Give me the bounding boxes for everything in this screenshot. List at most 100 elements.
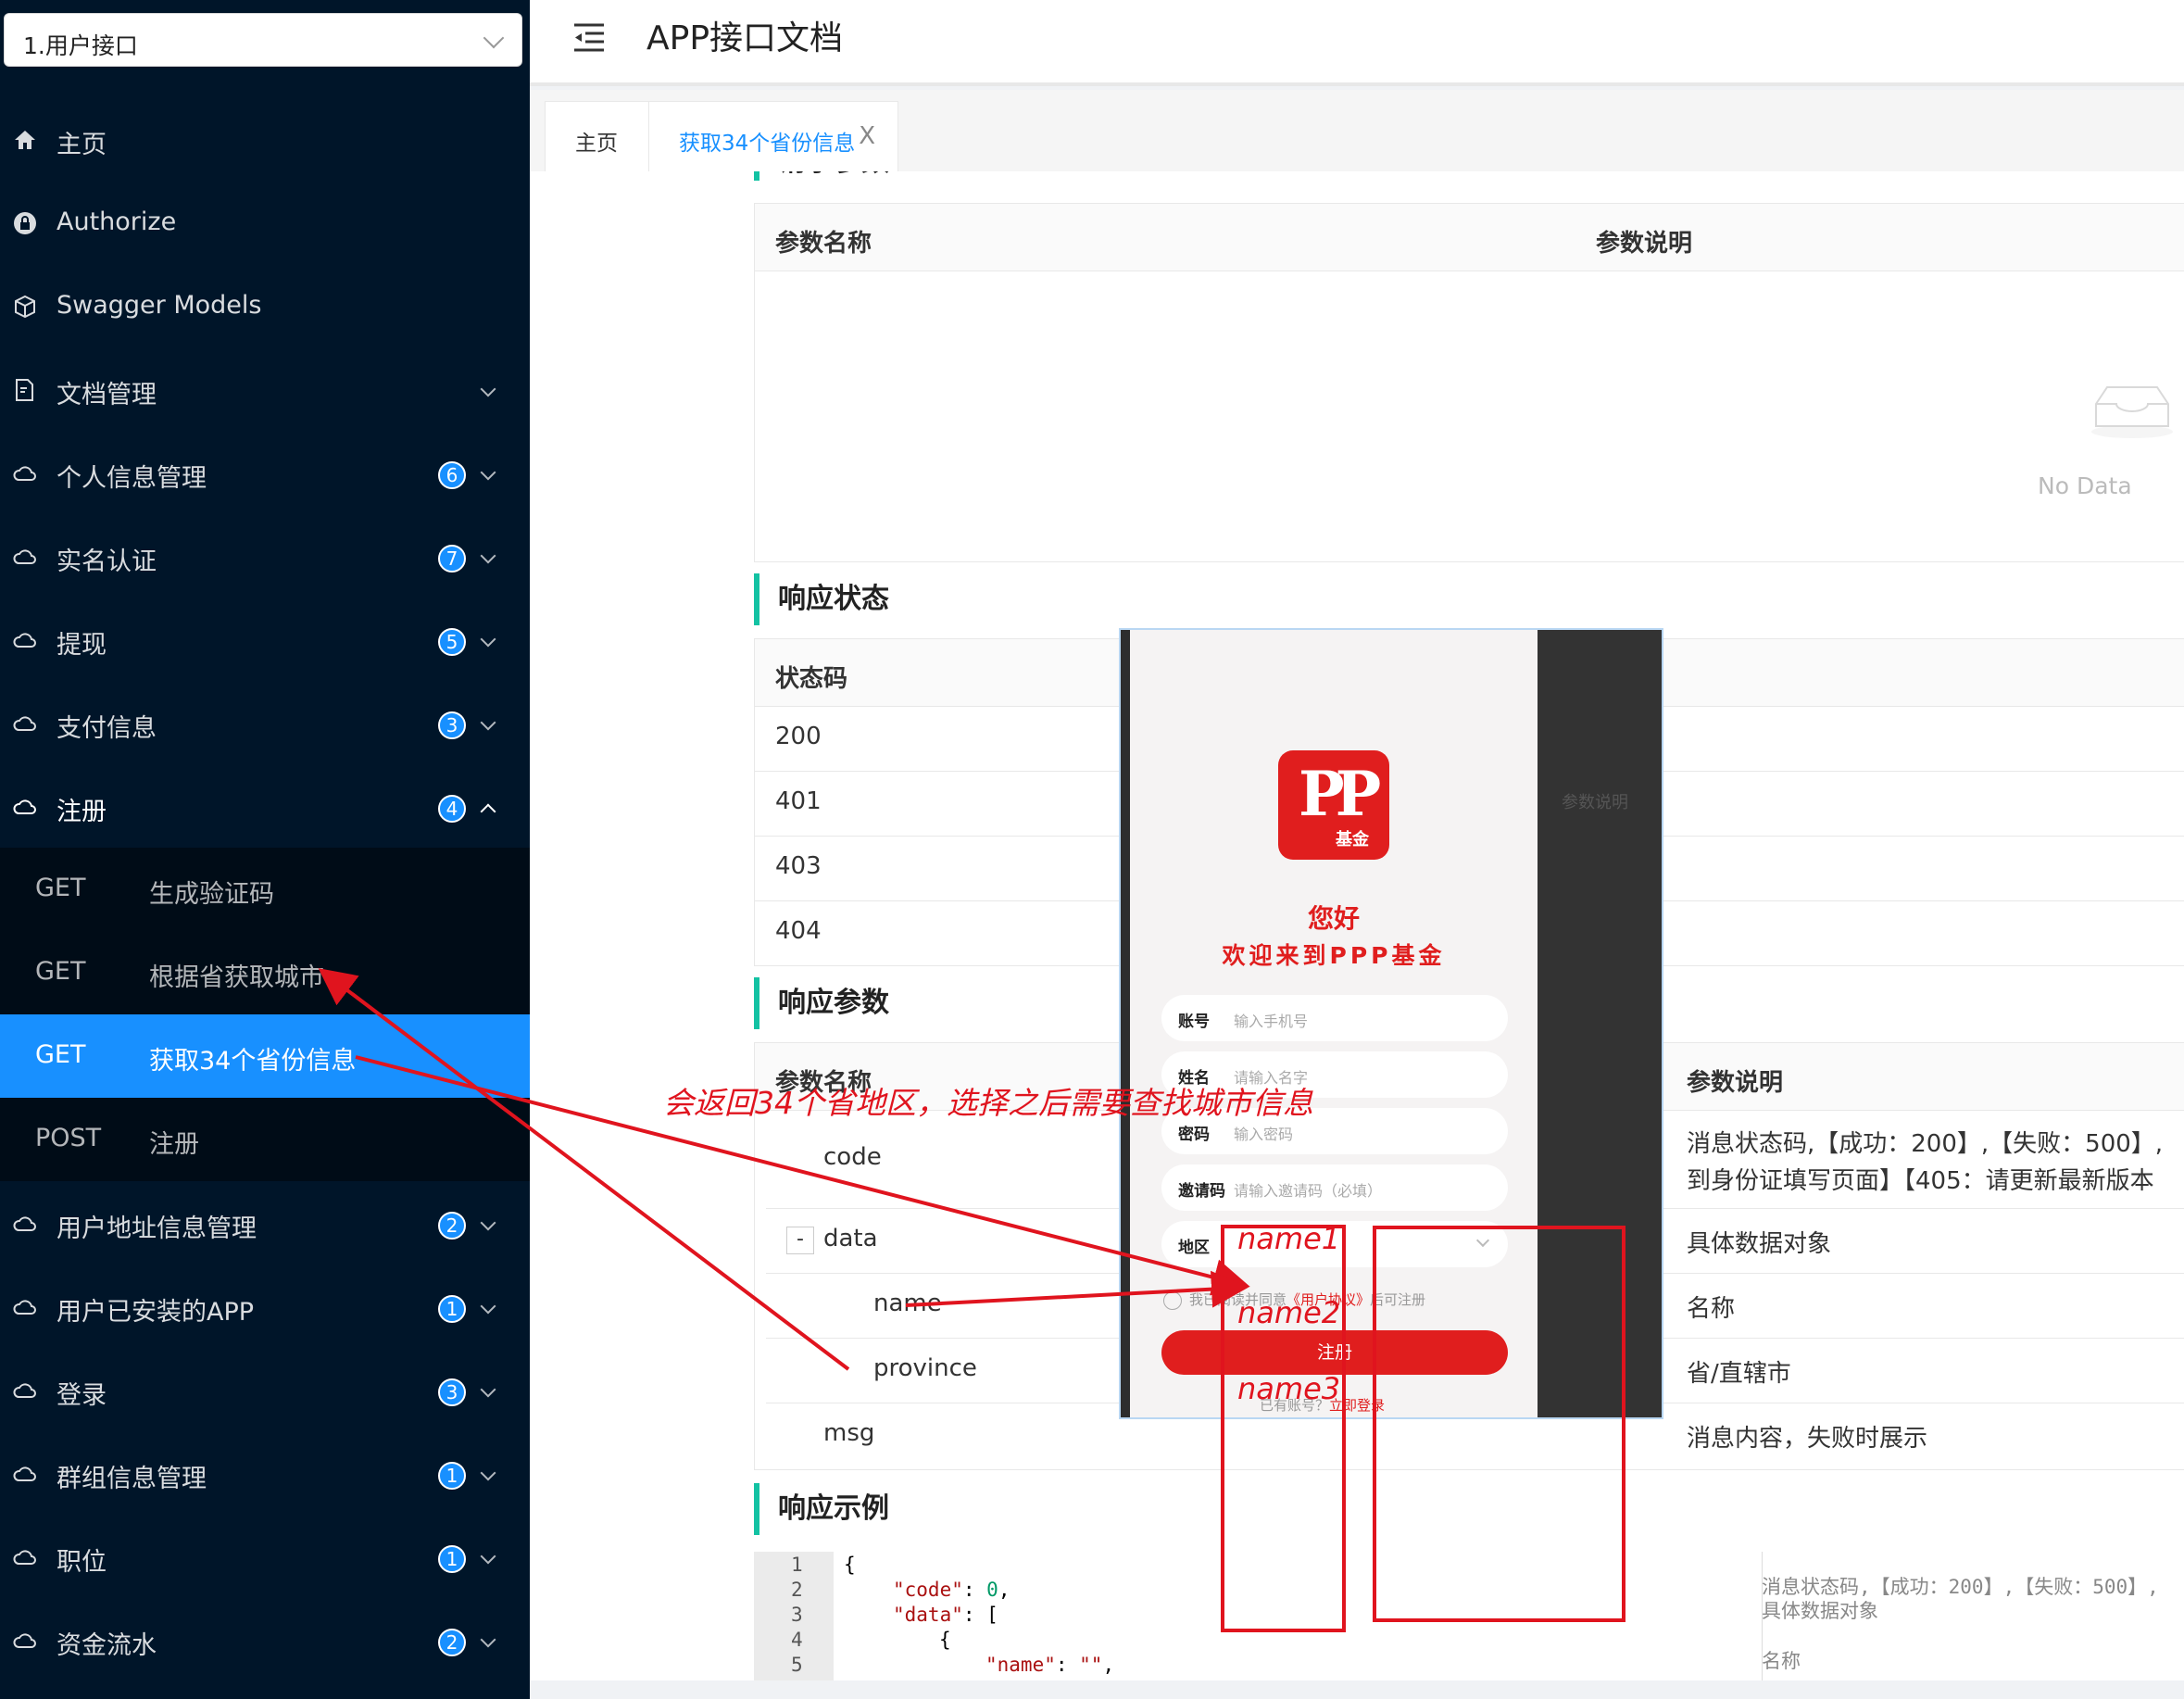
group-select-value: 1.用户接口: [23, 32, 138, 59]
empty-inbox-icon: [2091, 386, 2173, 438]
sidebar-item-cash-flow[interactable]: 资金流水 2: [0, 1599, 530, 1682]
request-params-table: 参数名称 参数说明 No Data: [754, 203, 2184, 562]
status-code-cell: 404: [775, 917, 822, 945]
param-desc: 消息状态码,【成功：200】,【失败：500】,: [1687, 1130, 2164, 1158]
sidebar-item-address[interactable]: 用户地址信息管理 2: [0, 1182, 530, 1265]
http-method: GET: [35, 1040, 86, 1069]
sidebar-item-label: Authorize: [56, 208, 177, 236]
cloud-icon: [13, 1216, 36, 1231]
submenu-item[interactable]: POST 注册: [0, 1098, 530, 1181]
chevron-down-icon: [483, 27, 505, 49]
screenshot-edge: [1121, 630, 1130, 1417]
sidebar-item-groups[interactable]: 群组信息管理 1: [0, 1432, 530, 1516]
sidebar-item-label: 文档管理: [56, 381, 157, 409]
sidebar-item-authorize[interactable]: Authorize: [0, 182, 530, 265]
sidebar-item-label: 用户地址信息管理: [56, 1214, 257, 1243]
tab-home[interactable]: 主页: [545, 101, 654, 171]
chevron-down-icon: [480, 1381, 496, 1398]
welcome-text: 欢迎来到PPP基金: [1222, 942, 1446, 969]
section-title-response-params: 响应参数: [754, 977, 889, 1029]
sidebar-item-label: 支付信息: [56, 714, 157, 743]
invite-code-field[interactable]: 邀请码 请输入邀请码（必填）: [1161, 1164, 1508, 1211]
annotation-name1: name1: [1237, 1221, 1341, 1256]
sidebar-item-label: 登录: [56, 1381, 107, 1410]
sidebar-item-withdraw[interactable]: 提现 5: [0, 598, 530, 682]
sidebar-item-home[interactable]: 主页: [0, 98, 530, 182]
endpoint-label: 获取34个省份信息: [149, 1047, 357, 1076]
count-badge: 1: [438, 1545, 466, 1573]
group-select[interactable]: 1.用户接口: [4, 13, 522, 67]
code-line: "name": "",: [985, 1654, 1115, 1676]
ppp-logo: PP 基金: [1278, 750, 1389, 860]
annotation-name3: name3: [1237, 1371, 1341, 1406]
http-method: POST: [35, 1124, 102, 1152]
code-line: "data": [: [893, 1604, 998, 1626]
agreement-checkbox[interactable]: [1163, 1290, 1182, 1310]
logo-subtext: 基金: [1336, 830, 1369, 850]
chevron-down-icon: [480, 464, 496, 481]
empty-text: No Data: [2038, 472, 2132, 499]
cloud-icon: [13, 1383, 36, 1398]
json-key: "code": [893, 1579, 963, 1601]
param-desc: 到身份证填写页面】【405：请更新最新版本: [1687, 1167, 2154, 1195]
line-number: 4: [791, 1629, 803, 1651]
sidebar-item-label: 实名认证: [56, 547, 157, 576]
logo-text: PP: [1299, 758, 1381, 830]
sidebar-item-swagger-models[interactable]: Swagger Models: [0, 265, 530, 348]
sidebar-item-real-name[interactable]: 实名认证 7: [0, 515, 530, 598]
sidebar-item-register[interactable]: 注册 4: [0, 765, 530, 849]
json-value: [: [986, 1604, 998, 1626]
annotation-note: 会返回34个省地区，选择之后需要查找城市信息: [663, 1085, 1313, 1121]
field-label: 邀请码: [1178, 1182, 1225, 1201]
chevron-up-icon: [480, 803, 496, 820]
count-badge: 4: [438, 795, 466, 823]
cloud-icon: [13, 716, 36, 731]
greeting: 您好: [1307, 903, 1360, 934]
endpoint-label: 生成验证码: [149, 880, 274, 909]
sidebar-item-doc-management[interactable]: 文档管理: [0, 348, 530, 432]
count-badge: 5: [438, 628, 466, 656]
submenu-item[interactable]: GET 根据省获取城市: [0, 931, 530, 1014]
sidebar-item-personal-info[interactable]: 个人信息管理 6: [0, 432, 530, 515]
cloud-icon: [13, 466, 36, 481]
menu-collapse-icon[interactable]: [572, 22, 606, 54]
col-param-desc: 参数说明: [1596, 230, 1693, 258]
sidebar-item-position[interactable]: 职位 1: [0, 1516, 530, 1599]
submenu-item-active[interactable]: GET 获取34个省份信息: [0, 1014, 530, 1098]
status-code-cell: 200: [775, 723, 822, 750]
sidebar-item-login[interactable]: 登录 3: [0, 1349, 530, 1432]
collapse-toggle[interactable]: -: [786, 1227, 814, 1254]
col-param-desc: 参数说明: [1687, 1069, 1784, 1097]
code-line: "code": 0,: [893, 1579, 1010, 1601]
line-number: 2: [791, 1579, 803, 1601]
sidebar-item-installed-apps[interactable]: 用户已安装的APP 1: [0, 1265, 530, 1349]
field-placeholder: 输入手机号: [1234, 1013, 1309, 1030]
tab-provinces[interactable]: 获取34个省份信息 X: [648, 101, 898, 171]
col-param-name: 参数名称: [775, 230, 872, 258]
top-header: APP接口文档: [530, 0, 2184, 86]
status-code-cell: 401: [775, 787, 822, 815]
count-badge: 1: [438, 1295, 466, 1323]
json-value: "": [1079, 1654, 1103, 1676]
sidebar-item-label: 用户已安装的APP: [56, 1298, 255, 1327]
line-number: 3: [791, 1604, 803, 1626]
lock-icon: [14, 212, 36, 234]
page-title: APP接口文档: [646, 19, 844, 57]
close-icon[interactable]: X: [859, 122, 875, 150]
chevron-down-icon: [480, 631, 496, 648]
chevron-down-icon: [480, 1298, 496, 1315]
sidebar-item-label: 注册: [56, 798, 107, 826]
chevron-down-icon: [480, 714, 496, 731]
line-number: 5: [791, 1654, 803, 1676]
submenu-item[interactable]: GET 生成验证码: [0, 848, 530, 931]
phone-field[interactable]: 账号 输入手机号: [1161, 995, 1508, 1041]
sidebar-item-label: 主页: [56, 131, 107, 159]
sidebar-item-payment[interactable]: 支付信息 3: [0, 682, 530, 765]
sidebar-item-label: 职位: [56, 1548, 107, 1577]
field-placeholder: 输入密码: [1234, 1126, 1294, 1143]
chevron-down-icon: [480, 1548, 496, 1565]
tab-label: 主页: [575, 132, 618, 156]
sidebar-item-label: 资金流水: [56, 1631, 157, 1660]
annotation-box-right: [1373, 1226, 1625, 1622]
sidebar-item-label: 个人信息管理: [56, 464, 207, 493]
